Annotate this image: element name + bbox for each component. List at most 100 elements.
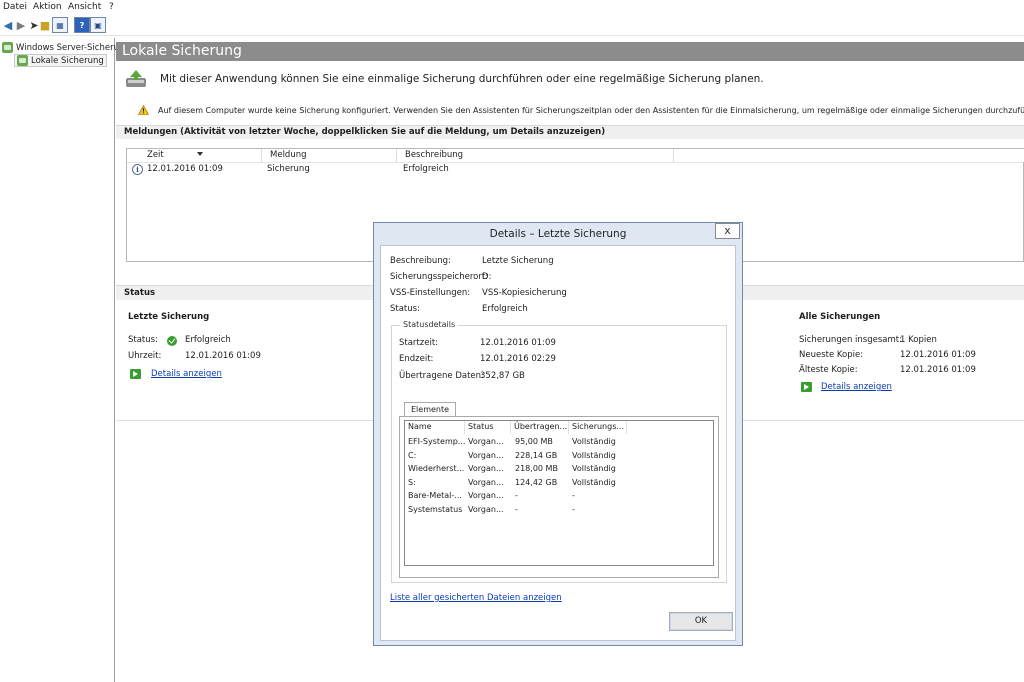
menu-ansicht[interactable]: Ansicht — [68, 2, 101, 12]
ok-button[interactable]: OK — [669, 612, 733, 631]
last-backup-time-label: Uhrzeit: — [128, 351, 162, 361]
column-header-filler — [674, 149, 1024, 162]
table-cell-transferred: - — [515, 505, 518, 514]
all-backups-total-label: Sicherungen insgesamt: — [799, 335, 902, 345]
warning-text: Auf diesem Computer wurde keine Sicherun… — [158, 105, 1024, 115]
column-header-time[interactable]: Zeit — [127, 149, 262, 162]
table-cell-type: Vollständig — [572, 437, 616, 446]
column-header-status[interactable]: Status — [465, 421, 511, 434]
last-backup-time-value: 12.01.2016 01:09 — [185, 351, 261, 361]
last-backup-details-link[interactable]: Details anzeigen — [151, 369, 222, 379]
status-details-group: Statusdetails Startzeit: 12.01.2016 01:0… — [391, 320, 727, 583]
table-cell-time[interactable]: 12.01.2016 01:09 — [147, 164, 223, 174]
transferred-label: Übertragene Daten: — [399, 371, 484, 381]
elements-list[interactable]: Name Status Übertragen... Sicherungs... … — [404, 420, 714, 566]
all-backups-newest-label: Neueste Kopie: — [799, 350, 864, 360]
table-cell-transferred: 218,00 MB — [515, 464, 558, 473]
tree-item-local-backup[interactable]: Lokale Sicherung — [14, 54, 107, 67]
table-cell-status: Vorgan... — [468, 491, 504, 500]
table-cell-transferred: 95,00 MB — [515, 437, 553, 446]
table-cell-status: Vorgan... — [468, 464, 504, 473]
navigation-tree: Windows Server-Sicherun Lokale Sicherung — [0, 38, 124, 682]
backup-wizard-icon — [126, 70, 146, 87]
table-cell-name: Systemstatus — [408, 505, 463, 514]
table-cell-status: Vorgan... — [468, 478, 504, 487]
start-time-label: Startzeit: — [399, 338, 439, 348]
tree-item-windows-server-backup[interactable]: Windows Server-Sicherun — [2, 42, 124, 53]
table-cell-name: S: — [408, 478, 416, 487]
field-value: Erfolgreich — [482, 304, 528, 314]
warning-icon — [138, 105, 149, 115]
table-cell-transferred: - — [515, 491, 518, 500]
table-cell-type: - — [572, 491, 575, 500]
all-backups-title: Alle Sicherungen — [799, 312, 881, 322]
all-backups-details-link[interactable]: Details anzeigen — [821, 382, 892, 392]
action-pane-icon[interactable]: ▣ — [90, 17, 106, 33]
backup-icon — [17, 55, 28, 66]
field-value: Letzte Sicherung — [482, 256, 554, 266]
last-backup-status-label: Status: — [128, 335, 158, 345]
tab-elements[interactable]: Elemente — [404, 402, 457, 416]
field-label: VSS-Einstellungen: — [390, 288, 471, 298]
messages-heading: Meldungen (Aktivität von letzter Woche, … — [116, 125, 1024, 139]
show-hide-tree-icon[interactable]: ▦ — [52, 17, 68, 33]
table-cell-type: Vollständig — [572, 464, 616, 473]
go-arrow-icon — [130, 369, 141, 379]
status-details-legend: Statusdetails — [400, 320, 459, 329]
menu-aktion[interactable]: Aktion — [33, 2, 62, 12]
last-backup-title: Letzte Sicherung — [128, 312, 210, 322]
table-cell-status: Vorgan... — [468, 437, 504, 446]
menu-datei[interactable]: Datei — [3, 2, 27, 12]
all-backups-newest-value: 12.01.2016 01:09 — [900, 350, 976, 360]
table-cell-transferred: 228,14 GB — [515, 451, 558, 460]
column-header-name[interactable]: Name — [405, 421, 465, 434]
success-icon — [167, 336, 177, 346]
details-dialog: Details – Letzte Sicherung x Beschreibun… — [373, 222, 743, 646]
table-cell-description[interactable]: Erfolgreich — [403, 164, 449, 174]
toolbar: ◀ ▶ ➤ ■ ▦ ? ▣ — [0, 14, 1024, 36]
page-title: Lokale Sicherung — [116, 42, 1024, 61]
tree-item-label: Lokale Sicherung — [31, 55, 104, 66]
field-label: Beschreibung: — [390, 256, 451, 266]
dialog-body: Beschreibung: Letzte Sicherung Sicherung… — [380, 245, 736, 641]
table-cell-type: - — [572, 505, 575, 514]
table-cell-name: Wiederherst... — [408, 464, 465, 473]
table-cell-type: Vollständig — [572, 478, 616, 487]
help-icon[interactable]: ? — [74, 17, 90, 33]
column-header-transferred[interactable]: Übertragen... — [511, 421, 569, 434]
last-backup-status-value: Erfolgreich — [185, 335, 231, 345]
end-time-value: 12.01.2016 02:29 — [480, 354, 556, 364]
table-cell-name: Bare-Metal-... — [408, 491, 462, 500]
close-icon: x — [724, 224, 731, 237]
elements-tab-panel: Name Status Übertragen... Sicherungs... … — [399, 416, 719, 578]
table-cell-name: C: — [408, 451, 417, 460]
all-backups-oldest-label: Älteste Kopie: — [799, 365, 858, 375]
all-backups-total-value: 1 Kopien — [900, 335, 937, 345]
table-cell-status: Vorgan... — [468, 451, 504, 460]
end-time-label: Endzeit: — [399, 354, 434, 364]
all-backups-oldest-value: 12.01.2016 01:09 — [900, 365, 976, 375]
menu-bar: Datei Aktion Ansicht ? — [0, 0, 1024, 14]
column-header-description[interactable]: Beschreibung — [397, 149, 674, 162]
table-cell-type: Vollständig — [572, 451, 616, 460]
column-header-backup-type[interactable]: Sicherungs... — [569, 421, 627, 434]
field-label: Sicherungsspeicherort: — [390, 272, 489, 282]
menu-help[interactable]: ? — [109, 2, 114, 12]
field-value: VSS-Kopiesicherung — [482, 288, 567, 298]
table-cell-transferred: 124,42 GB — [515, 478, 558, 487]
sort-desc-icon — [197, 152, 203, 156]
field-label: Status: — [390, 304, 420, 314]
welcome-text: Mit dieser Anwendung können Sie eine ein… — [160, 73, 764, 85]
close-button[interactable]: x — [715, 223, 740, 239]
go-arrow-icon — [801, 382, 812, 392]
warning-banner: Auf diesem Computer wurde keine Sicherun… — [138, 105, 1024, 115]
table-cell-name: EFI-Systemp... — [408, 437, 466, 446]
table-cell-message[interactable]: Sicherung — [267, 164, 310, 174]
column-header-message[interactable]: Meldung — [262, 149, 397, 162]
file-list-link[interactable]: Liste aller gesicherten Dateien anzeigen — [390, 593, 562, 603]
tree-item-label: Windows Server-Sicherun — [16, 42, 125, 53]
dialog-title: Details – Letzte Sicherung — [489, 228, 627, 240]
info-icon: i — [132, 164, 143, 175]
folder-up-icon[interactable]: ■ — [37, 17, 53, 33]
start-time-value: 12.01.2016 01:09 — [480, 338, 556, 348]
